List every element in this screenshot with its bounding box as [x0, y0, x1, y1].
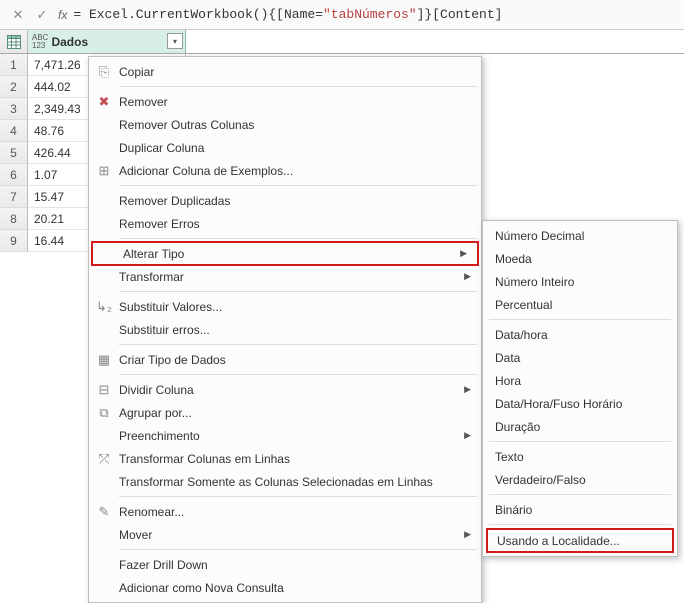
chevron-right-icon: ▶	[464, 529, 471, 540]
menu-create-datatype[interactable]: ▦Criar Tipo de Dados	[89, 348, 481, 371]
row-header[interactable]: 3	[0, 98, 28, 120]
menu-separator	[119, 496, 477, 497]
column-header-dados[interactable]: ABC 123 Dados ▾	[28, 30, 186, 53]
menu-separator	[489, 524, 671, 525]
menu-separator	[119, 238, 477, 239]
type-boolean[interactable]: Verdadeiro/Falso	[483, 468, 677, 491]
column-name: Dados	[51, 35, 88, 49]
fx-label: fx	[58, 8, 67, 22]
row-header[interactable]: 6	[0, 164, 28, 186]
menu-change-type[interactable]: Alterar Tipo▶	[91, 241, 479, 266]
menu-group-by[interactable]: ⧉Agrupar por...	[89, 401, 481, 424]
formula-input[interactable]: = Excel.CurrentWorkbook(){[Name="tabNúme…	[73, 7, 502, 22]
datatype-icon: ▦	[89, 352, 119, 368]
row-header[interactable]: 9	[0, 230, 28, 252]
chevron-right-icon: ▶	[464, 430, 471, 441]
type-datetimezone[interactable]: Data/Hora/Fuso Horário	[483, 392, 677, 415]
type-duration[interactable]: Duração	[483, 415, 677, 438]
row-header[interactable]: 8	[0, 208, 28, 230]
menu-add-from-examples[interactable]: ⊞Adicionar Coluna de Exemplos...	[89, 159, 481, 182]
type-time[interactable]: Hora	[483, 369, 677, 392]
type-percent[interactable]: Percentual	[483, 293, 677, 316]
context-menu: ⎘Copiar ✖Remover Remover Outras Colunas …	[88, 56, 482, 603]
menu-replace-values[interactable]: ↳₂Substituir Valores...	[89, 295, 481, 318]
type-date[interactable]: Data	[483, 346, 677, 369]
menu-unpivot[interactable]: ⤱Transformar Colunas em Linhas	[89, 447, 481, 470]
row-header[interactable]: 5	[0, 142, 28, 164]
column-filter-dropdown[interactable]: ▾	[167, 33, 183, 49]
cancel-formula-button[interactable]: ✕	[8, 5, 28, 25]
menu-unpivot-selected[interactable]: Transformar Somente as Colunas Seleciona…	[89, 470, 481, 493]
menu-duplicate[interactable]: Duplicar Coluna	[89, 136, 481, 159]
chevron-right-icon: ▶	[464, 384, 471, 395]
menu-separator	[119, 291, 477, 292]
menu-separator	[489, 494, 671, 495]
menu-add-as-query[interactable]: Adicionar como Nova Consulta	[89, 576, 481, 599]
menu-separator	[119, 374, 477, 375]
type-using-locale[interactable]: Usando a Localidade...	[486, 528, 674, 553]
menu-remove-errors[interactable]: Remover Erros	[89, 212, 481, 235]
select-all-corner[interactable]	[0, 30, 28, 53]
row-header[interactable]: 1	[0, 54, 28, 76]
remove-column-icon: ✖	[89, 94, 119, 110]
menu-remove-others[interactable]: Remover Outras Colunas	[89, 113, 481, 136]
split-icon: ⊟	[89, 382, 119, 398]
formula-suffix: ]}[Content]	[417, 7, 503, 22]
menu-separator	[119, 185, 477, 186]
type-text[interactable]: Texto	[483, 445, 677, 468]
replace-icon: ↳₂	[89, 299, 119, 315]
type-datetime[interactable]: Data/hora	[483, 323, 677, 346]
type-integer[interactable]: Número Inteiro	[483, 270, 677, 293]
table-icon	[7, 35, 21, 49]
menu-copy[interactable]: ⎘Copiar	[89, 60, 481, 83]
chevron-right-icon: ▶	[460, 248, 467, 259]
menu-separator	[119, 344, 477, 345]
formula-string: "tabNúmeros"	[323, 7, 417, 22]
menu-fill[interactable]: Preenchimento▶	[89, 424, 481, 447]
add-column-icon: ⊞	[89, 163, 119, 179]
menu-remove-duplicates[interactable]: Remover Duplicadas	[89, 189, 481, 212]
menu-separator	[489, 441, 671, 442]
menu-drill-down[interactable]: Fazer Drill Down	[89, 553, 481, 576]
type-binary[interactable]: Binário	[483, 498, 677, 521]
row-header[interactable]: 4	[0, 120, 28, 142]
menu-remove[interactable]: ✖Remover	[89, 90, 481, 113]
copy-icon: ⎘	[89, 64, 119, 80]
menu-rename[interactable]: ✎Renomear...	[89, 500, 481, 523]
group-icon: ⧉	[89, 405, 119, 421]
menu-separator	[489, 319, 671, 320]
type-decimal[interactable]: Número Decimal	[483, 224, 677, 247]
unpivot-icon: ⤱	[89, 451, 119, 467]
change-type-submenu: Número Decimal Moeda Número Inteiro Perc…	[482, 220, 678, 557]
chevron-right-icon: ▶	[464, 271, 471, 282]
menu-separator	[119, 549, 477, 550]
accept-formula-button[interactable]: ✓	[32, 5, 52, 25]
grid-header: ABC 123 Dados ▾	[0, 30, 684, 54]
type-currency[interactable]: Moeda	[483, 247, 677, 270]
formula-prefix: = Excel.CurrentWorkbook(){[Name=	[73, 7, 323, 22]
rename-icon: ✎	[89, 504, 119, 520]
menu-separator	[119, 86, 477, 87]
formula-bar: ✕ ✓ fx = Excel.CurrentWorkbook(){[Name="…	[0, 0, 684, 30]
menu-transform[interactable]: Transformar▶	[89, 265, 481, 288]
menu-move[interactable]: Mover▶	[89, 523, 481, 546]
menu-replace-errors[interactable]: Substituir erros...	[89, 318, 481, 341]
row-header[interactable]: 2	[0, 76, 28, 98]
menu-split-column[interactable]: ⊟Dividir Coluna▶	[89, 378, 481, 401]
type-any-icon: ABC 123	[32, 34, 48, 50]
row-header[interactable]: 7	[0, 186, 28, 208]
